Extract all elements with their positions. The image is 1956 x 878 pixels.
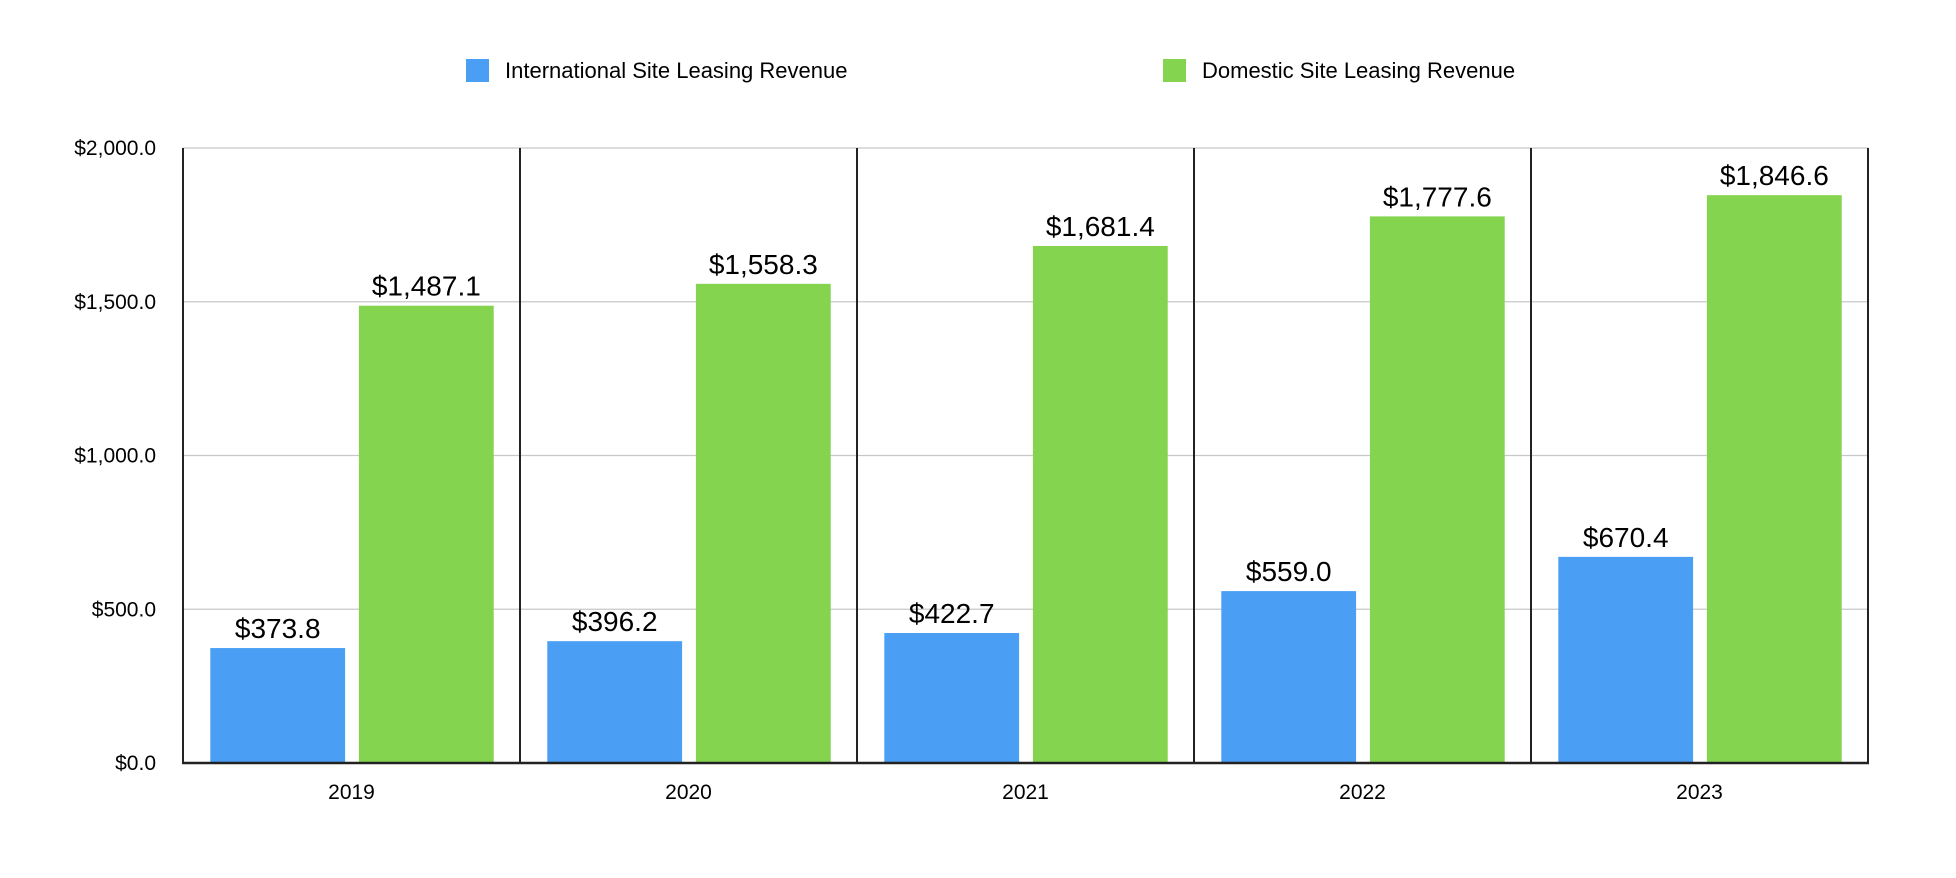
- data-label: $422.7: [909, 598, 995, 629]
- y-tick-label: $1,000.0: [74, 445, 156, 468]
- data-label: $1,777.6: [1383, 181, 1492, 212]
- bar-domestic: [1032, 245, 1168, 764]
- data-label: $1,487.1: [372, 271, 481, 302]
- x-tick-label: 2023: [1676, 781, 1723, 804]
- data-label: $670.4: [1583, 522, 1669, 553]
- legend-label: International Site Leasing Revenue: [505, 58, 847, 83]
- legend-swatch: [1163, 59, 1186, 82]
- data-label: $1,846.6: [1720, 160, 1829, 191]
- bar-domestic: [695, 283, 831, 763]
- bar-international: [547, 641, 683, 763]
- data-label: $396.2: [572, 606, 658, 637]
- bar-international: [1221, 591, 1357, 763]
- x-tick-label: 2022: [1339, 781, 1386, 804]
- legend-swatch: [466, 59, 489, 82]
- x-tick-label: 2020: [665, 781, 712, 804]
- data-label: $1,558.3: [709, 249, 818, 280]
- y-tick-label: $2,000.0: [74, 137, 156, 160]
- bar-domestic: [358, 305, 494, 763]
- data-label: $373.8: [235, 613, 321, 644]
- bar-international: [1558, 556, 1694, 763]
- data-label: $1,681.4: [1046, 211, 1155, 242]
- data-label: $559.0: [1246, 556, 1332, 587]
- y-tick-label: $1,500.0: [74, 291, 156, 314]
- x-tick-label: 2019: [328, 781, 375, 804]
- bar-domestic: [1706, 195, 1842, 763]
- y-tick-label: $0.0: [115, 752, 156, 775]
- y-tick-label: $500.0: [92, 598, 156, 621]
- legend-label: Domestic Site Leasing Revenue: [1202, 58, 1515, 83]
- bar-international: [210, 648, 346, 763]
- bar-chart: $0.0 $500.0 $1,000.0 $1,500.0 $2,000.0 $373.8…: [74, 58, 1869, 804]
- x-tick-label: 2021: [1002, 781, 1049, 804]
- bar-international: [884, 633, 1020, 763]
- bar-domestic: [1369, 216, 1505, 763]
